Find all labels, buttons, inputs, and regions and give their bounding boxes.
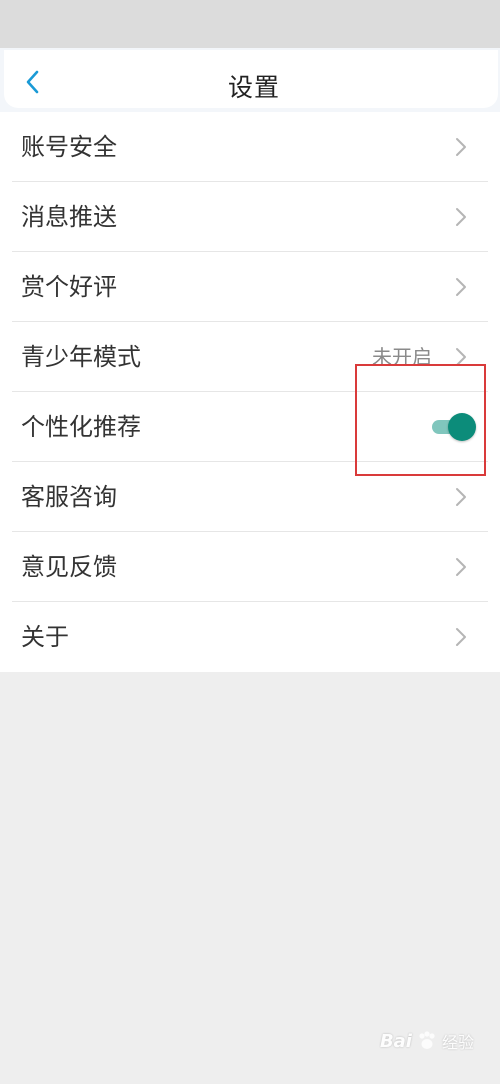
settings-row-rate-app[interactable]: 赏个好评 bbox=[0, 252, 500, 322]
toggle-thumb bbox=[448, 413, 476, 441]
header-bar: 设置 bbox=[0, 48, 500, 112]
chevron-right-icon bbox=[456, 138, 466, 156]
row-label: 个性化推荐 bbox=[21, 413, 141, 441]
watermark: Bai 经验 bbox=[380, 1026, 474, 1056]
personalized-recommendation-toggle[interactable] bbox=[428, 413, 476, 441]
row-label: 客服咨询 bbox=[21, 483, 117, 511]
teen-mode-status: 未开启 bbox=[372, 345, 432, 369]
paw-icon bbox=[419, 1031, 435, 1049]
row-label: 消息推送 bbox=[21, 203, 117, 231]
settings-row-message-push[interactable]: 消息推送 bbox=[0, 182, 500, 252]
chevron-right-icon bbox=[456, 558, 466, 576]
settings-row-feedback[interactable]: 意见反馈 bbox=[0, 532, 500, 602]
chevron-right-icon bbox=[456, 628, 466, 646]
row-label: 账号安全 bbox=[21, 133, 117, 161]
settings-row-about[interactable]: 关于 bbox=[0, 602, 500, 672]
watermark-text: 经验 bbox=[441, 1033, 474, 1052]
chevron-right-icon bbox=[456, 208, 466, 226]
chevron-right-icon bbox=[456, 348, 466, 366]
row-label: 关于 bbox=[21, 623, 69, 651]
status-bar bbox=[0, 0, 500, 48]
settings-row-account-security[interactable]: 账号安全 bbox=[0, 112, 500, 182]
settings-row-personalized-recommendation: 个性化推荐 bbox=[0, 392, 500, 462]
settings-row-customer-service[interactable]: 客服咨询 bbox=[0, 462, 500, 532]
chevron-right-icon bbox=[456, 278, 466, 296]
settings-list: 账号安全 消息推送 赏个好评 青少年模式 未开启 个性化推荐 客服咨询 意见反馈… bbox=[0, 112, 500, 672]
settings-row-teen-mode[interactable]: 青少年模式 未开启 bbox=[0, 322, 500, 392]
row-label: 赏个好评 bbox=[21, 273, 117, 301]
settings-screen: 设置 账号安全 消息推送 赏个好评 青少年模式 未开启 个性化推荐 客服咨询 意… bbox=[0, 0, 500, 1084]
watermark-logo: Bai bbox=[379, 1030, 412, 1052]
chevron-right-icon bbox=[456, 488, 466, 506]
row-label: 意见反馈 bbox=[21, 553, 117, 581]
row-label: 青少年模式 bbox=[21, 343, 141, 371]
header-card: 设置 bbox=[4, 50, 498, 108]
